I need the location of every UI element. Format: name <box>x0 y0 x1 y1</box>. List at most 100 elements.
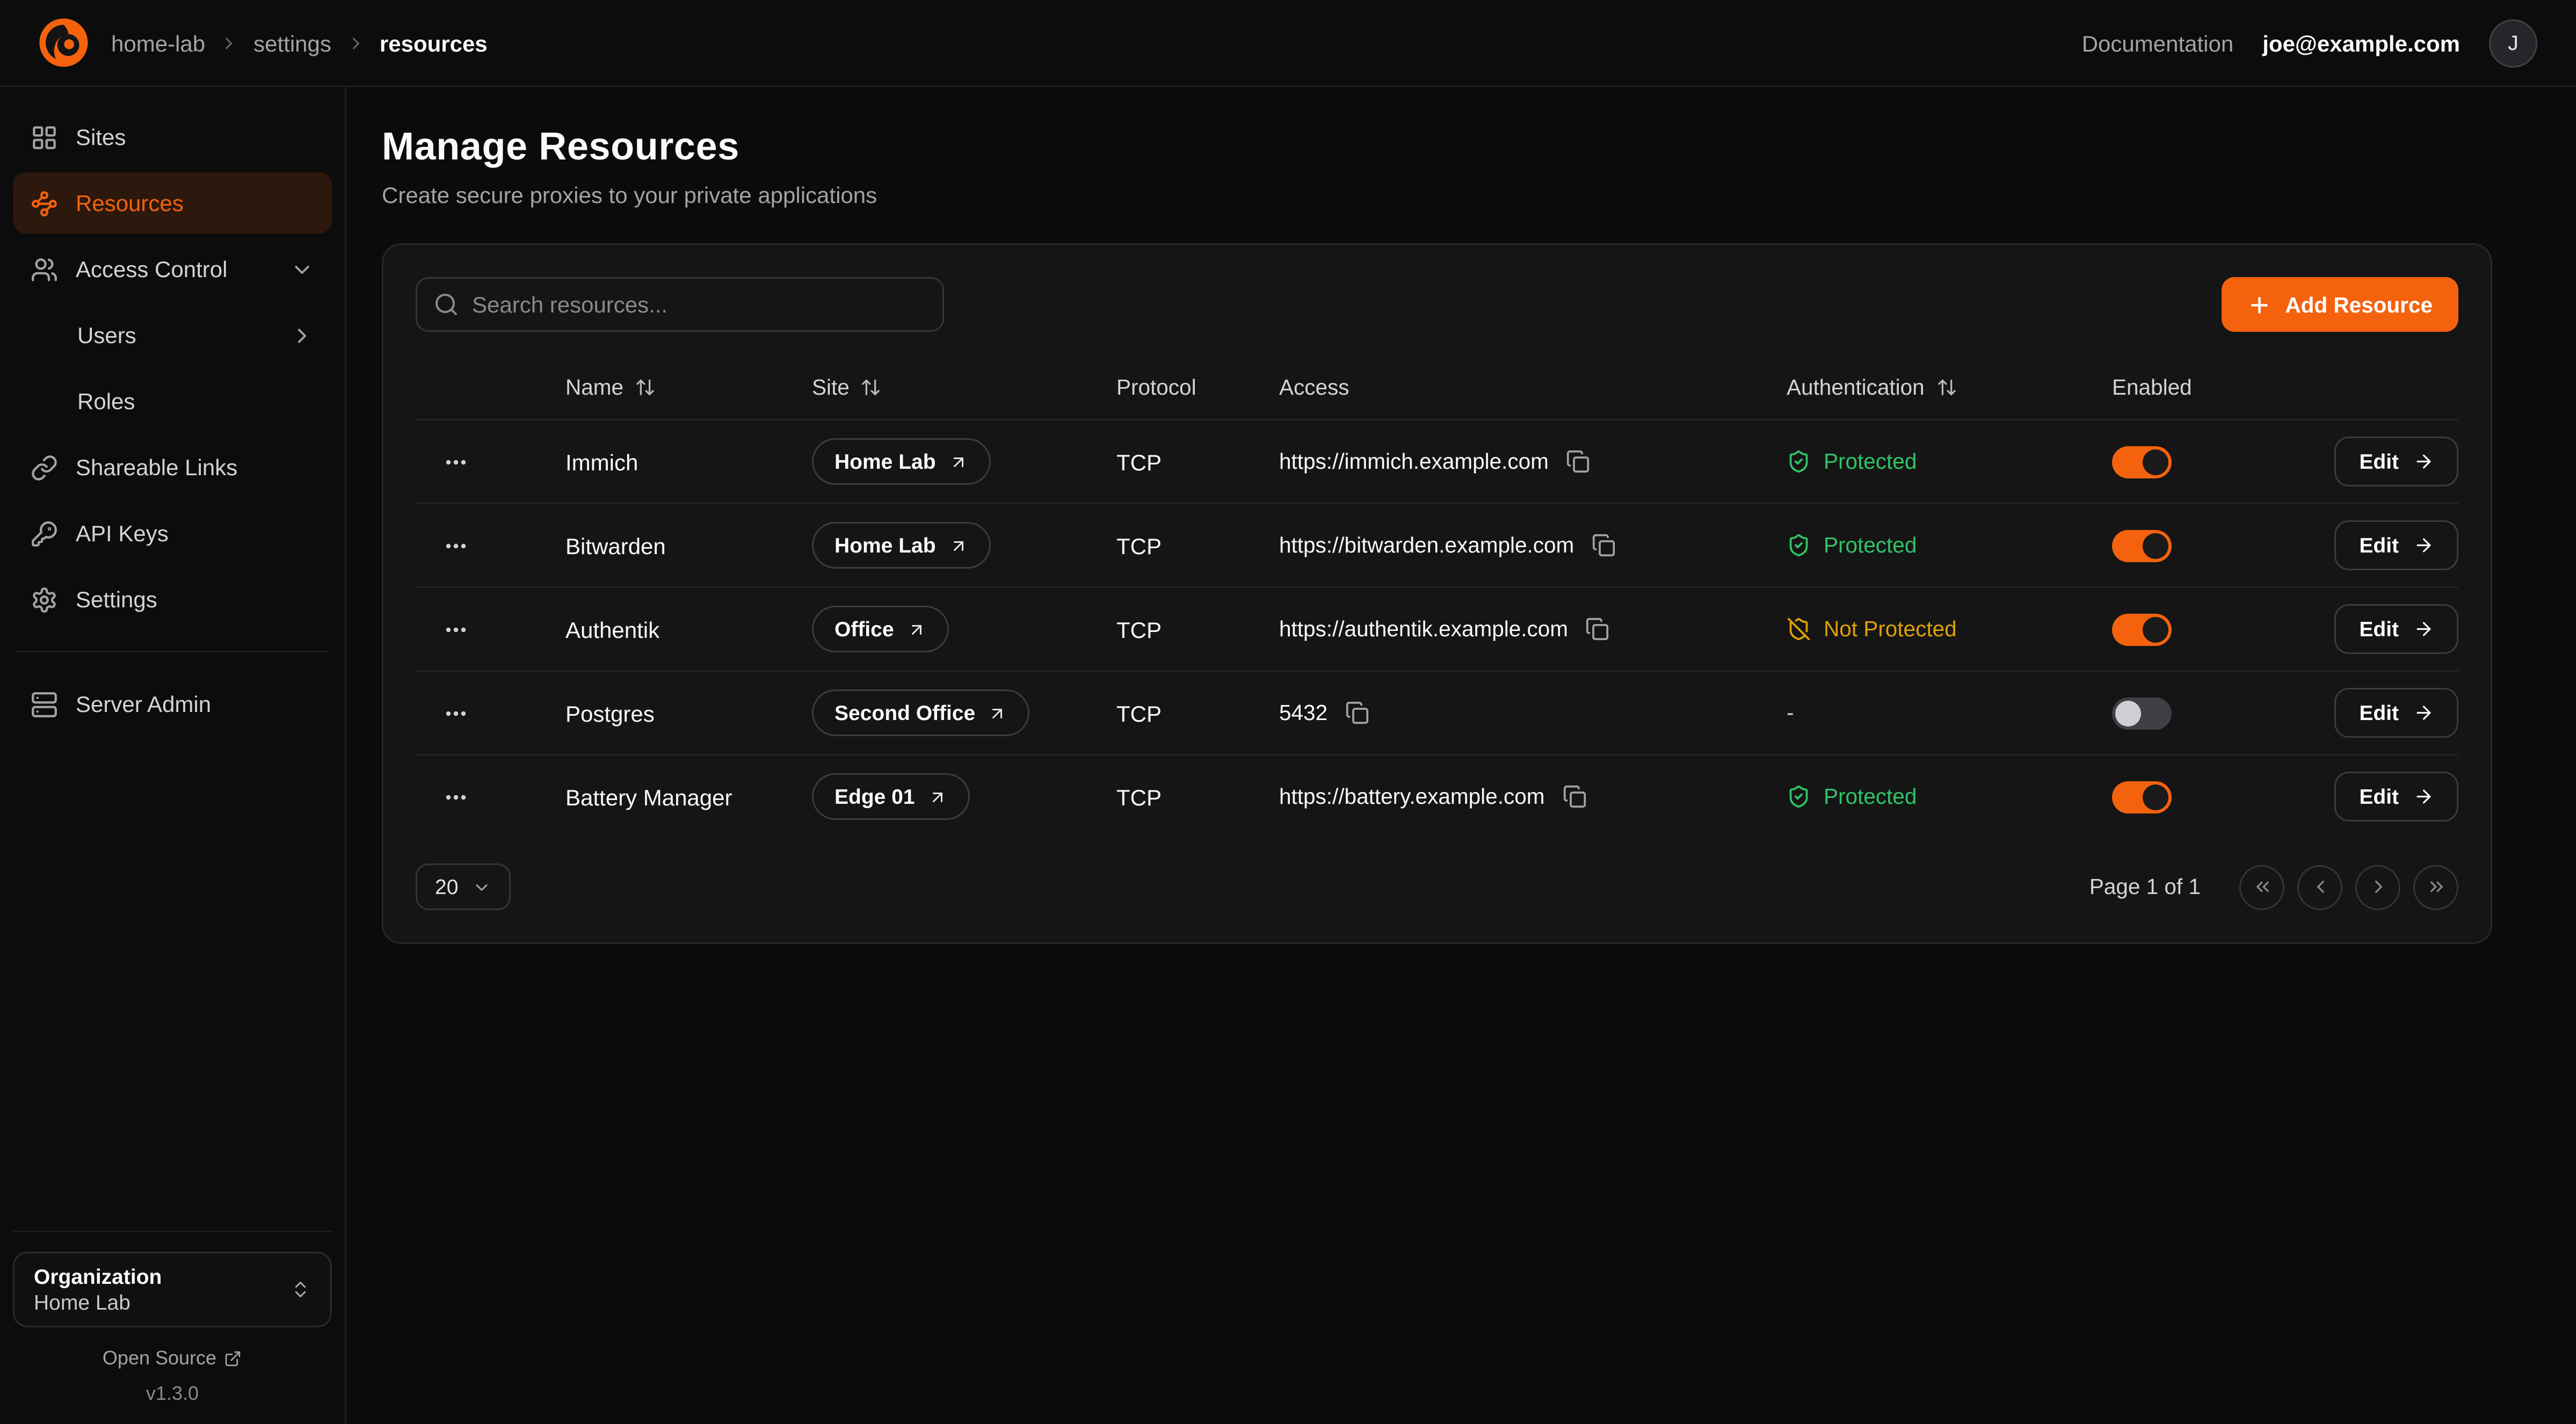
copy-icon[interactable] <box>1345 701 1369 725</box>
edit-label: Edit <box>2359 617 2399 641</box>
sidebar-item-server-admin[interactable]: Server Admin <box>13 673 332 735</box>
edit-button[interactable]: Edit <box>2335 688 2458 738</box>
table-row: Authentik Office TCP https://authentik.e… <box>416 586 2458 670</box>
enabled-toggle[interactable] <box>2112 697 2172 729</box>
app-window: home-lab settings resources Documentatio… <box>0 0 2576 1424</box>
site-link-button[interactable]: Office <box>812 606 949 652</box>
sidebar-item-roles[interactable]: Roles <box>13 370 332 432</box>
ellipsis-icon <box>443 533 469 558</box>
site-name: Second Office <box>835 701 975 725</box>
user-email: joe@example.com <box>2262 30 2460 56</box>
auth-label: Protected <box>1824 533 1917 557</box>
auth-label: Not Protected <box>1824 617 1957 641</box>
add-resource-button[interactable]: Add Resource <box>2222 277 2458 332</box>
edit-button[interactable]: Edit <box>2335 772 2458 822</box>
row-actions-button[interactable] <box>416 533 565 558</box>
row-actions-button[interactable] <box>416 449 565 475</box>
column-header-name[interactable]: Name <box>565 375 812 399</box>
first-page-button[interactable] <box>2239 864 2284 910</box>
sidebar-item-sites[interactable]: Sites <box>13 106 332 168</box>
site-link-button[interactable]: Second Office <box>812 689 1030 736</box>
app-logo-icon[interactable] <box>39 18 89 68</box>
column-header-site[interactable]: Site <box>812 375 1116 399</box>
edit-button[interactable]: Edit <box>2335 437 2458 486</box>
enabled-toggle[interactable] <box>2112 613 2172 645</box>
key-icon <box>31 520 58 547</box>
site-name: Home Lab <box>835 533 936 557</box>
page-subtitle: Create secure proxies to your private ap… <box>382 182 2492 208</box>
page-size-value: 20 <box>435 875 458 899</box>
previous-page-button[interactable] <box>2297 864 2342 910</box>
sidebar-item-label: API Keys <box>76 520 169 546</box>
sidebar-item-resources[interactable]: Resources <box>13 172 332 234</box>
enabled-toggle[interactable] <box>2112 529 2172 562</box>
toggle-knob <box>2143 533 2168 558</box>
row-actions-button[interactable] <box>416 784 565 810</box>
sidebar-item-settings[interactable]: Settings <box>13 569 332 630</box>
sidebar-item-users[interactable]: Users <box>13 304 332 366</box>
site-link-button[interactable]: Edge 01 <box>812 773 970 820</box>
sidebar-item-label: Settings <box>76 586 157 612</box>
sidebar-item-shareable-links[interactable]: Shareable Links <box>13 437 332 498</box>
sidebar: Sites Resources Access Control Users Rol… <box>0 87 346 1424</box>
sidebar-item-access-control[interactable]: Access Control <box>13 238 332 300</box>
shield-check-icon <box>1787 784 1811 809</box>
avatar[interactable]: J <box>2489 19 2537 67</box>
version-label: v1.3.0 <box>13 1382 332 1405</box>
page-size-select[interactable]: 20 <box>416 863 511 910</box>
copy-icon[interactable] <box>1586 617 1610 641</box>
breadcrumb-home-lab[interactable]: home-lab <box>111 30 205 56</box>
shield-check-icon <box>1787 533 1811 557</box>
copy-icon[interactable] <box>1566 449 1591 474</box>
sort-icon[interactable] <box>1936 376 1957 397</box>
arrow-right-icon <box>2413 451 2434 472</box>
gear-icon <box>31 586 58 613</box>
chevron-right-icon <box>220 33 239 53</box>
chevrons-left-icon <box>2252 876 2273 897</box>
chevrons-right-icon <box>2426 876 2447 897</box>
sort-icon[interactable] <box>861 376 882 397</box>
main-content: Manage Resources Create secure proxies t… <box>346 87 2576 1424</box>
edit-button[interactable]: Edit <box>2335 520 2458 570</box>
auth-label: - <box>1787 701 1794 725</box>
site-link-button[interactable]: Home Lab <box>812 438 991 485</box>
open-source-link[interactable]: Open Source <box>13 1347 332 1369</box>
plus-icon <box>2248 293 2272 317</box>
avatar-initial: J <box>2508 31 2519 55</box>
organization-selector[interactable]: Organization Home Lab <box>13 1252 332 1327</box>
sort-icon[interactable] <box>635 376 656 397</box>
enabled-toggle[interactable] <box>2112 781 2172 813</box>
next-page-button[interactable] <box>2355 864 2400 910</box>
table-footer: 20 Page 1 of 1 <box>416 863 2458 910</box>
documentation-link[interactable]: Documentation <box>2082 30 2234 56</box>
edit-label: Edit <box>2359 784 2399 809</box>
row-actions-button[interactable] <box>416 616 565 642</box>
resource-name: Battery Manager <box>565 784 812 810</box>
breadcrumb: home-lab settings resources <box>111 30 488 56</box>
last-page-button[interactable] <box>2413 864 2458 910</box>
edit-label: Edit <box>2359 449 2399 474</box>
resources-card: Add Resource Name Site Protocol <box>382 243 2492 944</box>
auth-status: Protected <box>1787 784 2112 809</box>
copy-icon[interactable] <box>1562 784 1586 809</box>
access-url: https://bitwarden.example.com <box>1279 533 1574 557</box>
row-actions-button[interactable] <box>416 700 565 726</box>
add-resource-label: Add Resource <box>2285 293 2433 317</box>
breadcrumb-settings[interactable]: settings <box>253 30 331 56</box>
open-source-label: Open Source <box>103 1347 216 1369</box>
users-icon <box>31 256 58 283</box>
column-header-authentication[interactable]: Authentication <box>1787 375 2112 399</box>
search-input[interactable] <box>416 277 944 332</box>
chevrons-up-down-icon <box>290 1279 311 1300</box>
site-link-button[interactable]: Home Lab <box>812 522 991 569</box>
arrow-right-icon <box>2413 535 2434 556</box>
resource-name: Authentik <box>565 616 812 642</box>
enabled-toggle[interactable] <box>2112 446 2172 478</box>
top-bar: home-lab settings resources Documentatio… <box>0 0 2576 87</box>
sidebar-item-api-keys[interactable]: API Keys <box>13 503 332 564</box>
column-header-protocol: Protocol <box>1116 375 1279 399</box>
shield-check-icon <box>1787 449 1811 474</box>
arrow-up-right-icon <box>928 787 947 807</box>
edit-button[interactable]: Edit <box>2335 604 2458 654</box>
copy-icon[interactable] <box>1592 533 1616 557</box>
